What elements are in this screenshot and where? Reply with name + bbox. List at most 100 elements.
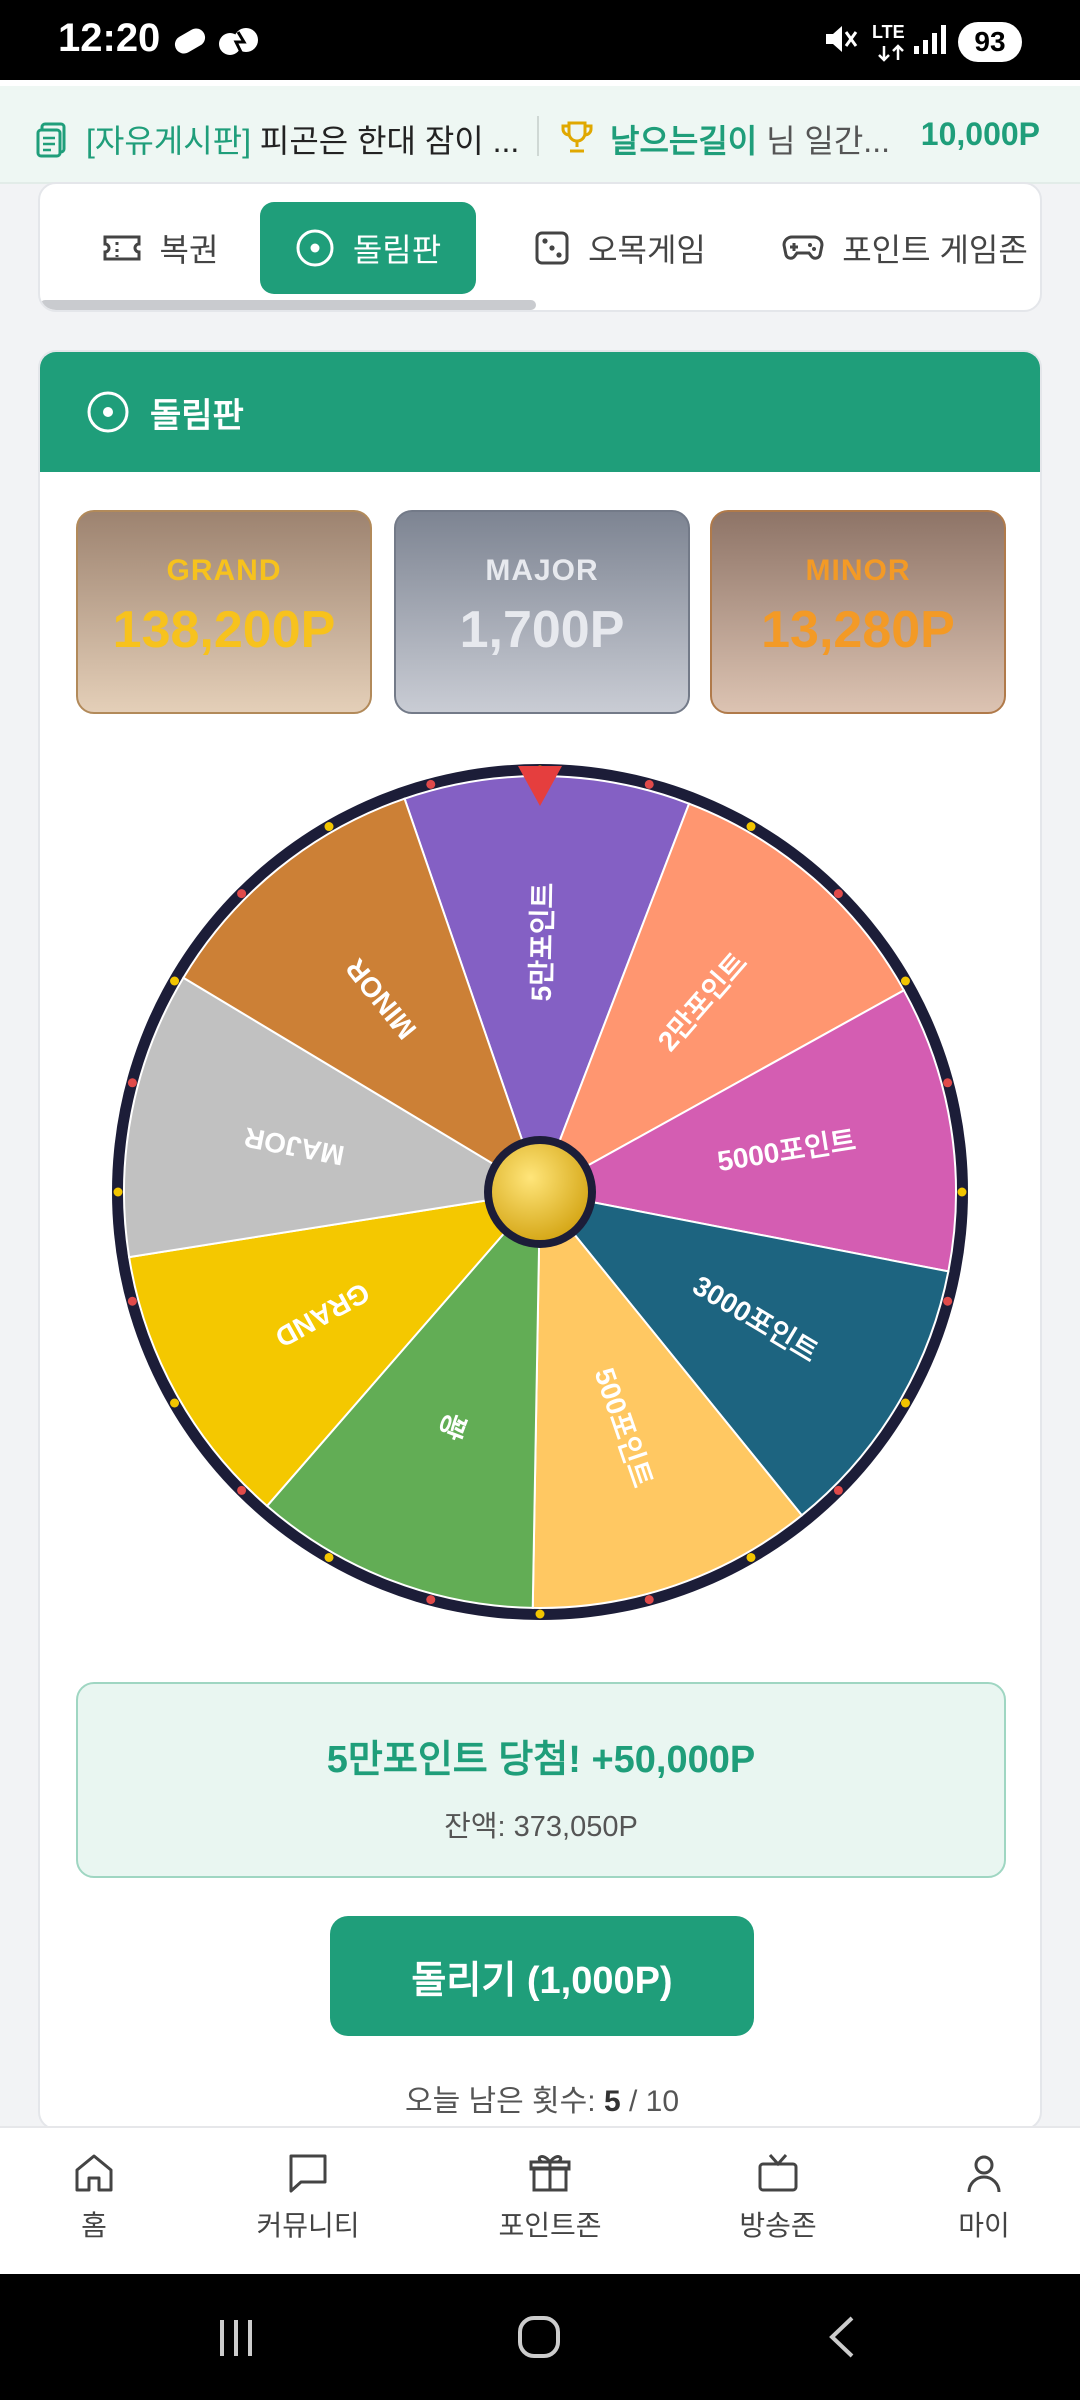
rim-light bbox=[237, 1485, 247, 1495]
nav-label: 커뮤니티 bbox=[256, 2210, 360, 2241]
back-icon[interactable] bbox=[822, 2314, 862, 2360]
network-type: LTE bbox=[872, 22, 905, 42]
jackpot-grand: GRAND 138,200P bbox=[76, 510, 372, 714]
notice-ticker[interactable]: [자유게시판] 피곤은 한대 잠이 ... 날으는길이 님 일간... 10,0… bbox=[0, 80, 1080, 184]
rim-light bbox=[426, 779, 436, 789]
rim-light bbox=[943, 1078, 953, 1088]
target-icon bbox=[87, 391, 129, 433]
winner-nickname: 날으는길이 bbox=[610, 123, 758, 159]
remaining-spins: 오늘 남은 횟수: 5 / 10 bbox=[40, 2076, 1040, 2120]
nav-community[interactable]: 커뮤니티 bbox=[208, 2150, 408, 2244]
rim-light bbox=[957, 1187, 967, 1197]
rim-light bbox=[833, 1485, 843, 1495]
home-circle-icon[interactable] bbox=[516, 2314, 562, 2360]
trophy-icon bbox=[561, 121, 593, 153]
rim-light bbox=[170, 1398, 180, 1408]
result-panel: 5만포인트 당첨! +50,000P 잔액: 373,050P bbox=[76, 1682, 1006, 1878]
system-nav-bar bbox=[0, 2274, 1080, 2400]
result-title: 5만포인트 당첨! +50,000P bbox=[326, 1739, 756, 1781]
spin-button[interactable]: 돌리기 (1,000P) bbox=[330, 1916, 754, 2036]
result-balance: 잔액: 373,050P bbox=[444, 1811, 638, 1843]
jackpot-value: 1,700P bbox=[459, 601, 625, 659]
game-tabs: 복권 돌림판 오목게임 포인트 게임존 bbox=[38, 182, 1042, 312]
nav-home[interactable]: 홈 bbox=[0, 2150, 194, 2244]
rim-light bbox=[324, 822, 334, 832]
rim-light bbox=[535, 1609, 545, 1619]
rim-light bbox=[127, 1078, 137, 1088]
ticker-divider bbox=[537, 116, 539, 156]
rim-light bbox=[644, 779, 654, 789]
winner-suffix: 님 일간... bbox=[766, 123, 890, 159]
jackpot-value: 138,200P bbox=[112, 601, 336, 659]
tab-label: 포인트 게임존 bbox=[842, 232, 1028, 268]
nav-label: 포인트존 bbox=[498, 2210, 602, 2241]
data-arrows-icon bbox=[878, 44, 904, 62]
ticker-board: [자유게시판] bbox=[86, 123, 251, 159]
nav-my[interactable]: 마이 bbox=[884, 2150, 1080, 2244]
document-icon bbox=[36, 122, 66, 158]
remaining-count: 5 bbox=[603, 2085, 621, 2118]
rim-light bbox=[900, 1398, 910, 1408]
rim-light bbox=[237, 889, 247, 899]
tab-label: 오목게임 bbox=[588, 232, 706, 268]
rim-light bbox=[113, 1187, 123, 1197]
rim-light bbox=[746, 822, 756, 832]
jackpot-label: MAJOR bbox=[485, 554, 599, 587]
nav-label: 방송존 bbox=[739, 2210, 817, 2241]
rim-light bbox=[426, 1595, 436, 1605]
app-notification-icon bbox=[219, 28, 258, 55]
tab-label: 돌림판 bbox=[352, 232, 442, 268]
bottom-nav: 홈 커뮤니티 포인트존 방송존 마이 bbox=[0, 2126, 1080, 2274]
tab-label: 복권 bbox=[159, 232, 219, 268]
pill-icon bbox=[174, 28, 206, 54]
gift-icon bbox=[529, 2155, 571, 2192]
jackpot-minor: MINOR 13,280P bbox=[710, 510, 1006, 714]
winner-points: 10,000P bbox=[920, 116, 1040, 152]
tv-icon bbox=[758, 2154, 798, 2192]
remaining-total: / 10 bbox=[628, 2085, 680, 2118]
roulette-card: 돌림판 GRAND 138,200P MAJOR 1,700P MINOR 13… bbox=[38, 350, 1042, 2130]
rim-light bbox=[746, 1552, 756, 1562]
jackpot-label: GRAND bbox=[166, 554, 282, 587]
mute-icon bbox=[826, 26, 858, 52]
rim-light bbox=[324, 1552, 334, 1562]
rim-light bbox=[127, 1296, 137, 1306]
nav-label: 마이 bbox=[958, 2210, 1010, 2241]
wheel-segment-label: 5만포인트 bbox=[526, 882, 559, 1001]
home-icon bbox=[75, 2154, 113, 2192]
ticket-icon bbox=[103, 235, 141, 261]
wheel-hub[interactable] bbox=[492, 1144, 588, 1240]
jackpot-value: 13,280P bbox=[761, 601, 955, 659]
tab-roulette[interactable]: 돌림판 bbox=[260, 202, 476, 294]
tabs-scrollbar[interactable] bbox=[40, 300, 536, 310]
tab-point-gamezone[interactable]: 포인트 게임존 bbox=[770, 202, 1040, 294]
card-header: 돌림판 bbox=[40, 352, 1040, 472]
rim-light bbox=[900, 976, 910, 986]
status-time: 12:20 bbox=[58, 16, 161, 60]
gamepad-icon bbox=[782, 235, 824, 260]
roulette-wheel[interactable]: 5만포인트2만포인트5000포인트3000포인트500포인트꽝GRANDMAJO… bbox=[100, 752, 980, 1632]
recent-apps-icon[interactable] bbox=[214, 2316, 258, 2360]
signal-icon bbox=[914, 25, 946, 54]
battery-level: 93 bbox=[958, 22, 1022, 62]
rim-light bbox=[833, 889, 843, 899]
jackpot-major: MAJOR 1,700P bbox=[394, 510, 690, 714]
status-bar: 12:20 LTE 93 bbox=[0, 0, 1080, 80]
ticker-winner[interactable]: 날으는길이 님 일간... bbox=[610, 116, 890, 162]
nav-pointzone[interactable]: 포인트존 bbox=[450, 2150, 650, 2244]
ticker-post[interactable]: [자유게시판] 피곤은 한대 잠이 ... bbox=[86, 116, 519, 162]
nav-broadcast[interactable]: 방송존 bbox=[678, 2150, 878, 2244]
tab-omok[interactable]: 오목게임 bbox=[510, 202, 730, 294]
dice-icon bbox=[535, 231, 569, 265]
nav-label: 홈 bbox=[81, 2210, 107, 2241]
remaining-label: 오늘 남은 횟수: bbox=[404, 2085, 596, 2118]
tab-lottery[interactable]: 복권 bbox=[60, 202, 260, 294]
rim-light bbox=[943, 1296, 953, 1306]
rim-light bbox=[644, 1595, 654, 1605]
chat-icon bbox=[289, 2154, 327, 2193]
rim-light bbox=[170, 976, 180, 986]
target-icon bbox=[296, 229, 334, 267]
card-title: 돌림판 bbox=[150, 396, 244, 435]
user-icon bbox=[967, 2155, 1001, 2193]
ticker-post-title: 피곤은 한대 잠이 ... bbox=[259, 123, 520, 159]
